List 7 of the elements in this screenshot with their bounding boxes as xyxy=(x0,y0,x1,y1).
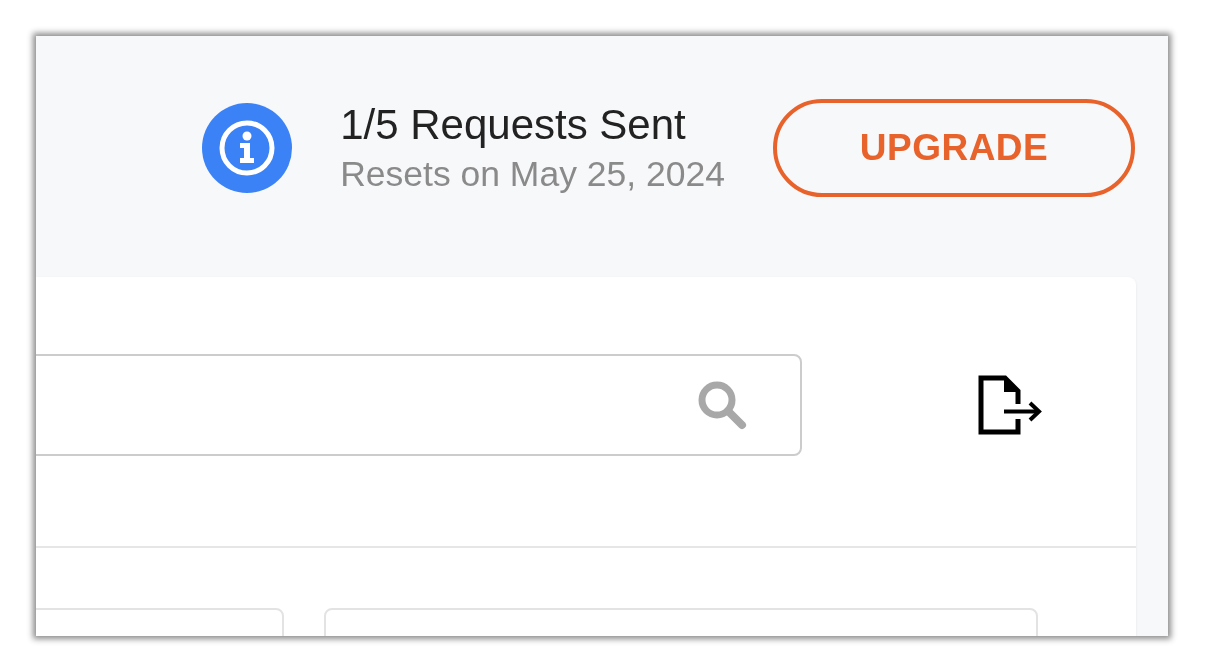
search-field[interactable] xyxy=(36,354,802,456)
export-file-icon[interactable] xyxy=(978,375,1044,435)
info-icon xyxy=(202,103,293,193)
requests-count: 1/5 Requests Sent xyxy=(340,101,687,149)
reset-date: Resets on May 25, 2024 xyxy=(340,153,725,195)
search-icon xyxy=(696,379,748,431)
upgrade-button[interactable]: UPGRADE xyxy=(773,99,1135,197)
